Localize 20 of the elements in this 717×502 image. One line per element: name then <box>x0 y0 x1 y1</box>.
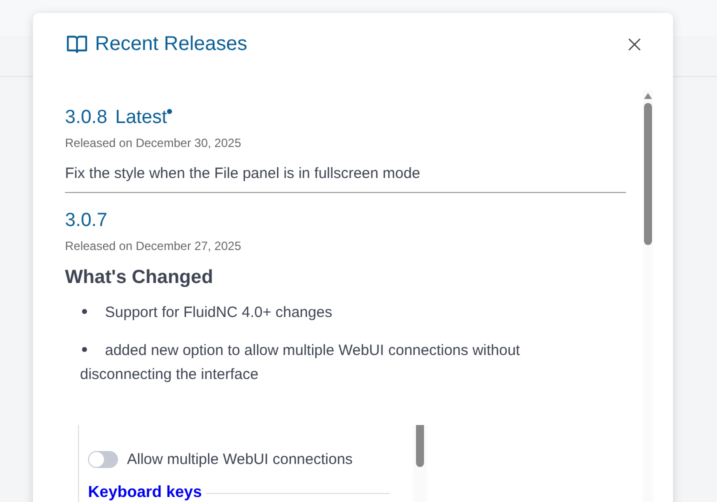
book-icon <box>65 33 89 55</box>
section-title: Keyboard keys <box>88 484 202 502</box>
scrollbar[interactable] <box>413 425 427 502</box>
toggle-label: Allow multiple WebUI connections <box>127 451 353 468</box>
release-date: Released on December 27, 2025 <box>65 239 242 253</box>
toggle-switch[interactable] <box>88 451 118 468</box>
latest-label: Latest <box>115 107 168 129</box>
close-icon[interactable] <box>628 38 641 50</box>
release-date: Released on December 30, 2025 <box>65 136 242 150</box>
dialog-title: Recent Releases <box>95 32 248 56</box>
list-item: added new option to allow multiple WebUI connections without disconnecting the interface <box>80 341 521 385</box>
release-note: Fix the style when the File panel is in fullscreen mode <box>65 165 422 182</box>
scrollbar[interactable] <box>643 90 653 502</box>
dot-icon <box>167 109 172 114</box>
list-item: Support for FluidNC 4.0+ changes <box>80 301 596 325</box>
version-title: 3.0.8 <box>65 107 108 129</box>
section-heading: What's Changed <box>65 267 214 289</box>
version-title: 3.0.7 <box>65 210 108 232</box>
bullet-icon <box>82 309 87 314</box>
bullet-icon <box>82 347 87 352</box>
